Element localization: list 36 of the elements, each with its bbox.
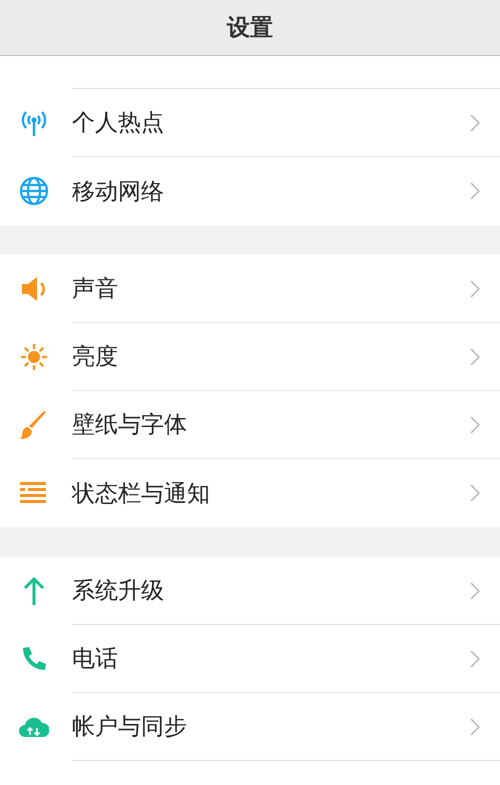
item-label: 状态栏与通知	[72, 480, 211, 508]
item-label: 亮度	[72, 343, 119, 372]
up-arrow-icon	[23, 577, 45, 605]
settings-item[interactable]: 移动网络	[0, 157, 500, 225]
brush-icon	[20, 410, 48, 440]
sun-icon	[20, 343, 48, 371]
item-label: 电话	[72, 645, 119, 674]
chevron-icon	[470, 182, 480, 200]
chevron-icon	[470, 718, 480, 736]
item-label: 系统升级	[72, 577, 165, 606]
chevron-icon	[470, 416, 480, 434]
item-label: 个人热点	[72, 109, 165, 138]
settings-item[interactable]: 电话	[0, 625, 500, 693]
item-label: 移动网络	[72, 178, 165, 206]
item-label: 帐户与同步	[72, 713, 188, 742]
globe-icon	[19, 176, 49, 206]
page-title: 设置	[227, 14, 273, 43]
settings-item[interactable]: 系统升级	[0, 557, 500, 625]
settings-item[interactable]: 状态栏与通知	[0, 459, 500, 527]
chevron-icon	[470, 280, 480, 298]
settings-item[interactable]: 声音	[0, 255, 500, 323]
chevron-icon	[470, 348, 480, 366]
speaker-icon	[20, 276, 48, 302]
settings-item[interactable]: 亮度	[0, 323, 500, 391]
chevron-icon	[470, 484, 480, 502]
settings-item[interactable]: 帐户与同步	[0, 693, 500, 761]
chevron-icon	[470, 582, 480, 600]
chevron-icon	[470, 114, 480, 132]
settings-item[interactable]: 壁纸与字体	[0, 391, 500, 459]
chevron-icon	[470, 650, 480, 668]
phone-icon	[20, 645, 48, 673]
item-label: 壁纸与字体	[72, 411, 188, 440]
list-icon	[20, 482, 48, 504]
settings-item[interactable]: 个人热点	[0, 89, 500, 157]
cloud-icon	[19, 715, 49, 739]
item-label: 声音	[72, 275, 119, 304]
